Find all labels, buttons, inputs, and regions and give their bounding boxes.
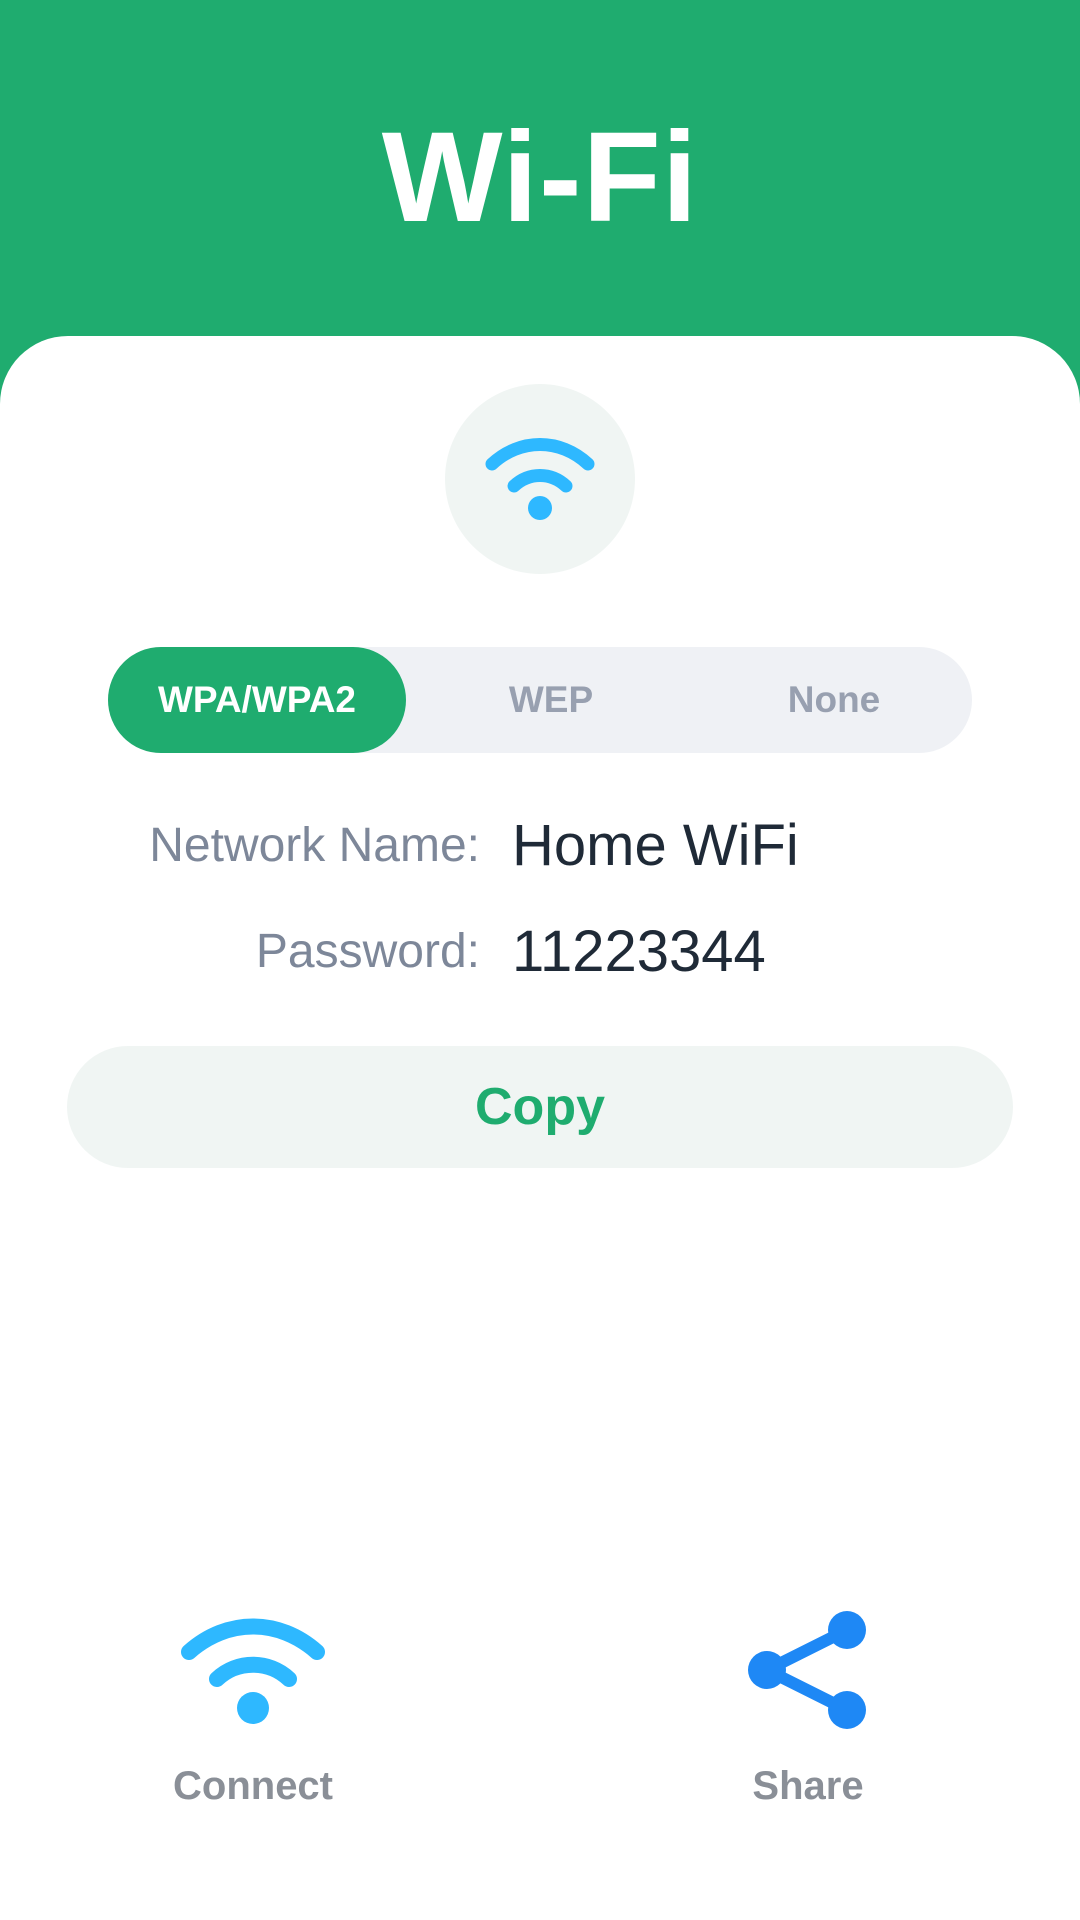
network-name-label: Network Name: (149, 819, 480, 872)
wifi-icon (181, 1618, 325, 1724)
share-label: Share (752, 1764, 864, 1808)
connect-icon-wrap (133, 1600, 373, 1740)
security-option-none[interactable]: None (696, 647, 972, 753)
security-type-selector: WPA/WPA2 WEP None (108, 647, 972, 753)
copy-button[interactable]: Copy (67, 1046, 1013, 1168)
network-name-value: Home WiFi (512, 813, 799, 878)
share-icon-wrap (688, 1600, 928, 1740)
security-option-wep[interactable]: WEP (406, 647, 696, 753)
wifi-icon (485, 438, 595, 520)
password-label: Password: (255, 925, 480, 978)
security-option-wpa[interactable]: WPA/WPA2 (108, 647, 406, 753)
page-title: Wi-Fi (381, 106, 699, 249)
connect-button[interactable]: Connect (133, 1600, 373, 1809)
share-button[interactable]: Share (688, 1600, 928, 1809)
wifi-badge (445, 384, 635, 574)
connect-label: Connect (173, 1764, 333, 1808)
share-icon (748, 1611, 866, 1729)
password-value: 11223344 (512, 919, 766, 984)
